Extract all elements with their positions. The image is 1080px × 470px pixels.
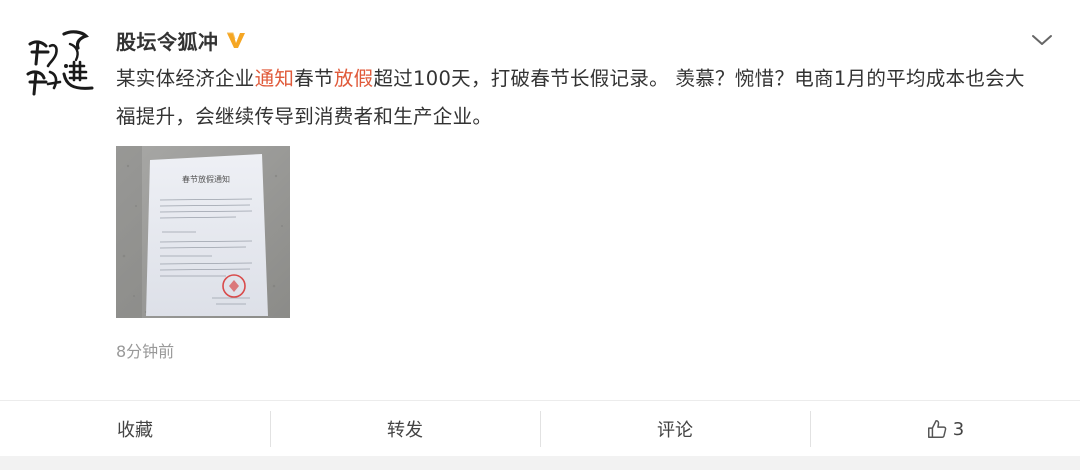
post-text: 某实体经济企业通知春节放假超过100天，打破春节长假记录。 羡慕？惋惜？电商1月… — [116, 60, 1036, 136]
keyword-link[interactable]: 放假 — [334, 67, 374, 90]
feed-separator — [0, 456, 1080, 470]
chevron-down-icon — [1032, 35, 1052, 45]
calligraphy-avatar-icon — [20, 22, 100, 102]
verified-v-icon — [226, 32, 245, 48]
notice-title: 春节放假通知 — [182, 174, 230, 184]
repost-button[interactable]: 转发 — [270, 401, 540, 457]
action-bar: 收藏 转发 评论 3 — [0, 400, 1080, 457]
favorite-button[interactable]: 收藏 — [0, 401, 270, 457]
post-image-thumbnail[interactable]: 春节放假通知 — [116, 146, 290, 318]
like-count: 3 — [952, 418, 965, 440]
like-button[interactable]: 3 — [810, 401, 1080, 457]
post-text-segment: 春节 — [294, 67, 334, 90]
favorite-label: 收藏 — [117, 420, 153, 441]
comment-label: 评论 — [657, 420, 693, 441]
post-text-segment: 某实体经济企业 — [116, 67, 255, 90]
more-options-button[interactable] — [1028, 26, 1056, 54]
avatar[interactable] — [20, 22, 100, 102]
keyword-link[interactable]: 通知 — [255, 67, 295, 90]
post-timestamp: 8分钟前 — [116, 342, 175, 361]
weibo-post-card: 股坛令狐冲 某实体经济企业通知春节放假超过100天，打破春节长假记录。 羡慕？惋… — [0, 0, 1080, 400]
notice-photo: 春节放假通知 — [116, 146, 290, 318]
comment-button[interactable]: 评论 — [540, 401, 810, 457]
thumbs-up-icon — [927, 420, 947, 438]
author-name[interactable]: 股坛令狐冲 — [116, 26, 219, 55]
author-row: 股坛令狐冲 — [116, 24, 247, 56]
repost-label: 转发 — [387, 420, 423, 441]
